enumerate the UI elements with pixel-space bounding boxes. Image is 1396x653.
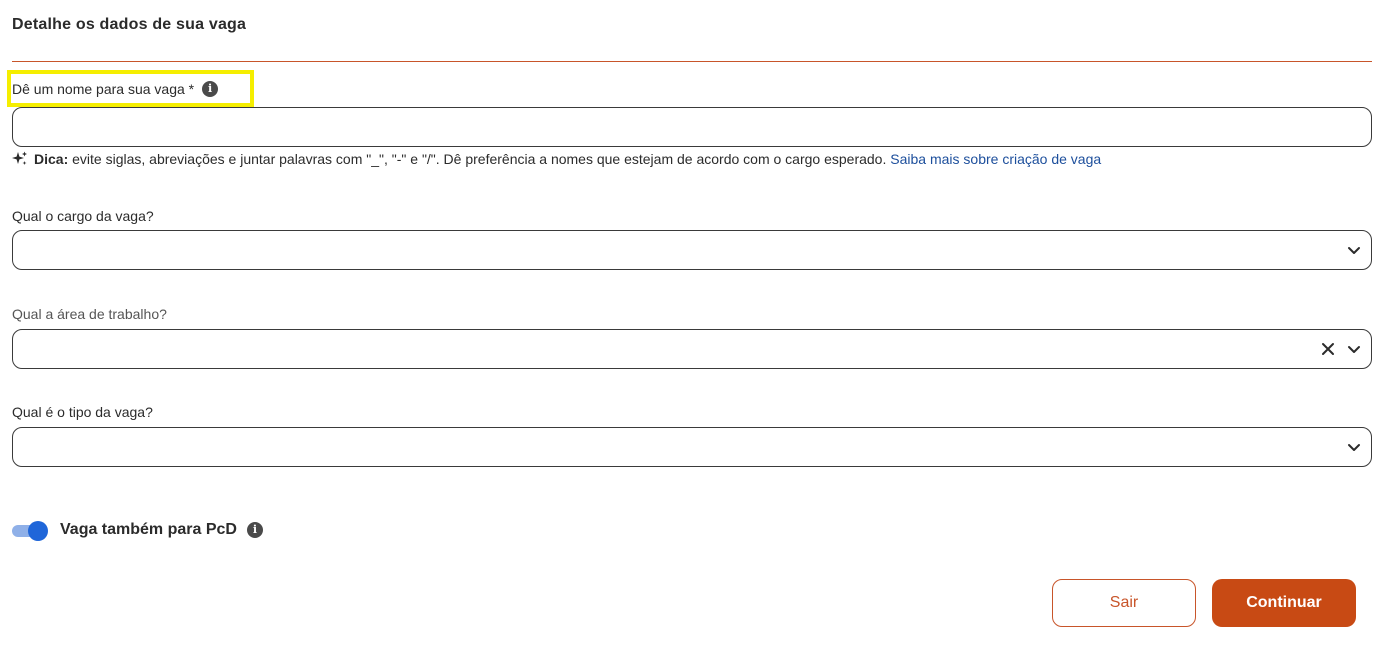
job-type-label: Qual é o tipo da vaga?: [12, 404, 153, 420]
exit-button[interactable]: Sair: [1052, 579, 1196, 627]
job-name-label: Dê um nome para sua vaga *: [12, 81, 195, 97]
hint-text: evite siglas, abreviações e juntar palav…: [72, 151, 887, 167]
hint-row: Dica: evite siglas, abreviações e juntar…: [12, 151, 1101, 167]
job-type-select[interactable]: [12, 427, 1372, 467]
work-area-label: Qual a área de trabalho?: [12, 306, 167, 322]
work-area-label-row: Qual a área de trabalho?: [12, 306, 167, 322]
sparkle-icon: [12, 151, 27, 165]
position-label-row: Qual o cargo da vaga?: [12, 208, 154, 224]
toggle-knob: [28, 521, 48, 541]
work-area-select[interactable]: [12, 329, 1372, 369]
continue-button[interactable]: Continuar: [1212, 579, 1356, 627]
job-name-field[interactable]: [12, 107, 1372, 147]
clear-icon[interactable]: [1321, 342, 1335, 356]
section-title: Detalhe os dados de sua vaga: [12, 16, 247, 33]
hint-bold: Dica:: [34, 151, 69, 167]
job-type-label-row: Qual é o tipo da vaga?: [12, 404, 153, 420]
chevron-down-icon[interactable]: [1347, 243, 1361, 257]
position-select[interactable]: [12, 230, 1372, 270]
chevron-down-icon[interactable]: [1347, 440, 1361, 454]
section-divider: [12, 61, 1372, 62]
job-form-page: Detalhe os dados de sua vaga Dê um nome …: [0, 0, 1396, 653]
pcd-toggle[interactable]: [12, 521, 48, 541]
info-icon[interactable]: i: [202, 81, 219, 97]
pcd-label: Vaga também para PcD: [60, 521, 237, 538]
job-name-label-row: Dê um nome para sua vaga * i: [12, 81, 219, 97]
hint-link[interactable]: Saiba mais sobre criação de vaga: [890, 151, 1101, 167]
position-label: Qual o cargo da vaga?: [12, 208, 154, 224]
info-icon[interactable]: i: [246, 522, 263, 538]
chevron-down-icon[interactable]: [1347, 342, 1361, 356]
job-name-input[interactable]: [13, 108, 1371, 146]
pcd-label-row: Vaga também para PcD i: [60, 521, 263, 539]
